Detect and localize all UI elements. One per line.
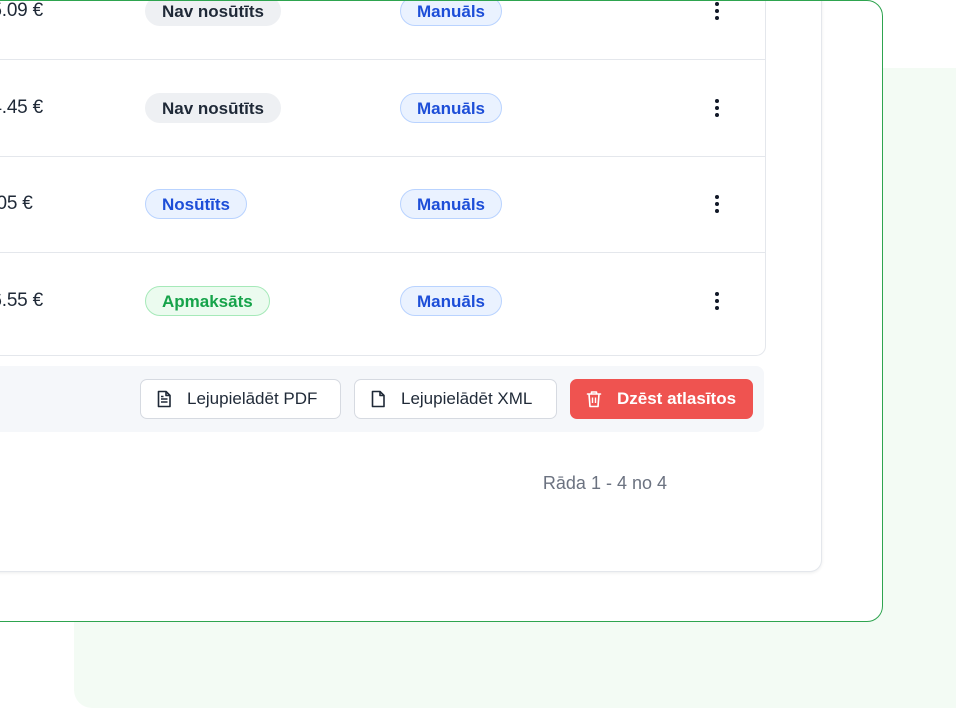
type-badge: Manuāls [400, 93, 503, 123]
download-xml-button[interactable]: Lejupielādēt XML [354, 379, 557, 419]
more-vertical-icon[interactable] [707, 1, 727, 23]
more-vertical-icon[interactable] [707, 96, 727, 120]
invoices-table: 35.09 € Nav nosūtīts Manuāls 54.45 € Nav… [0, 0, 766, 356]
amount-cell: 54.45 € [0, 97, 43, 118]
download-pdf-button[interactable]: Lejupielādēt PDF [140, 379, 341, 419]
download-xml-label: Lejupielādēt XML [401, 389, 533, 408]
type-badge: Manuāls [400, 286, 503, 316]
bulk-actions-bar: Lejupielādēt PDF Lejupielādēt XML Dzēst … [0, 366, 764, 432]
screenshot-frame: 35.09 € Nav nosūtīts Manuāls 54.45 € Nav… [0, 0, 883, 622]
table-row[interactable]: 54.45 € Nav nosūtīts Manuāls [0, 60, 765, 157]
pagination-summary: Rāda 1 - 4 no 4 [542, 473, 667, 493]
amount-cell: 6.05 € [0, 193, 33, 214]
table-row[interactable]: 6.05 € Nosūtīts Manuāls [0, 156, 765, 253]
table-row[interactable]: 35.09 € Nav nosūtīts Manuāls [0, 0, 765, 60]
amount-cell: 35.09 € [0, 0, 43, 21]
more-vertical-icon[interactable] [707, 289, 727, 313]
table-row[interactable]: 66.55 € Apmaksāts Manuāls [0, 253, 765, 349]
type-badge: Manuāls [400, 1, 503, 26]
amount-cell: 66.55 € [0, 290, 43, 311]
status-badge: Apmaksāts [145, 286, 270, 316]
trash-icon [586, 391, 602, 408]
more-vertical-icon[interactable] [707, 192, 727, 216]
file-text-icon [157, 390, 171, 408]
type-badge: Manuāls [400, 189, 503, 219]
status-badge: Nav nosūtīts [145, 93, 282, 123]
delete-selected-label: Dzēst atlasītos [617, 389, 737, 408]
status-badge: Nav nosūtīts [145, 1, 282, 26]
file-icon [371, 390, 385, 408]
delete-selected-button[interactable]: Dzēst atlasītos [570, 379, 753, 419]
status-badge: Nosūtīts [145, 189, 247, 219]
download-pdf-label: Lejupielādēt PDF [187, 389, 318, 408]
invoices-card: 35.09 € Nav nosūtīts Manuāls 54.45 € Nav… [0, 0, 822, 572]
